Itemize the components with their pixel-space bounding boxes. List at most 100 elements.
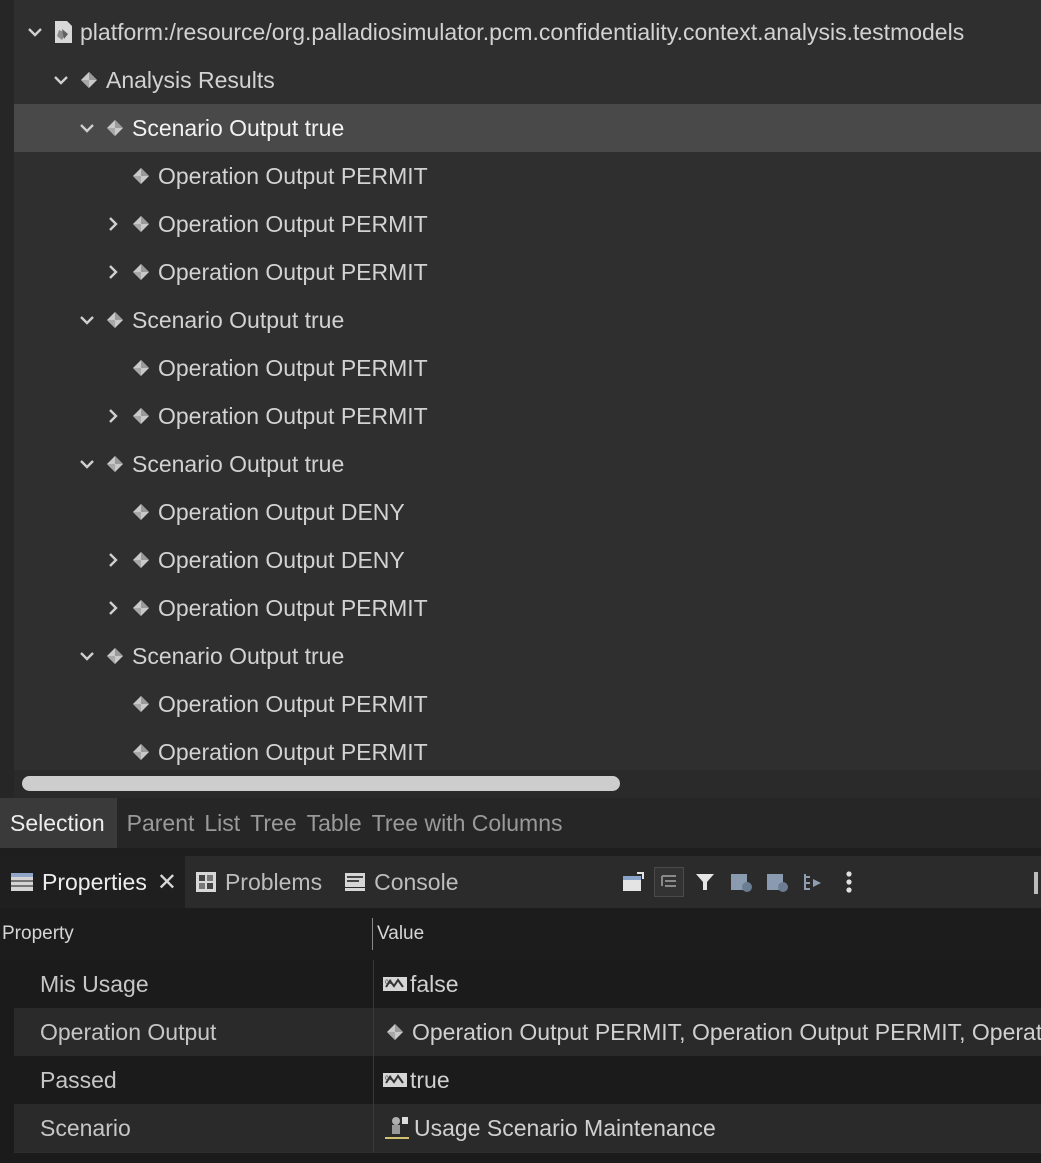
tree-row-label: Operation Output PERMIT <box>158 595 428 621</box>
property-value-text: true <box>410 1066 450 1093</box>
tree-row-label: Scenario Output true <box>132 307 345 333</box>
tab-console[interactable]: Console <box>334 856 468 908</box>
filter-icon[interactable] <box>690 867 720 897</box>
tab-properties[interactable]: Properties ✕ <box>0 856 185 908</box>
column-header-value[interactable]: Value <box>377 923 424 945</box>
tree-row[interactable]: Operation Output PERMIT <box>14 248 1041 296</box>
tab-list[interactable]: List <box>204 798 250 848</box>
property-value[interactable]: 01 false <box>373 960 459 1008</box>
chevron-down-icon[interactable] <box>74 307 100 333</box>
tree-row[interactable]: Operation Output PERMIT <box>14 584 1041 632</box>
column-header-property[interactable]: Property <box>0 923 372 945</box>
tree-row[interactable]: Scenario Output true <box>14 440 1041 488</box>
tree-row-label: Operation Output PERMIT <box>158 355 428 381</box>
tab-problems[interactable]: Problems <box>185 856 334 908</box>
property-row[interactable]: Mis Usage 01 false <box>14 960 1041 1008</box>
tree-row[interactable]: Operation Output PERMIT <box>14 728 1041 776</box>
restore-default-icon[interactable] <box>726 867 756 897</box>
chevron-down-icon[interactable] <box>74 451 100 477</box>
scrollbar-thumb[interactable] <box>22 776 620 791</box>
pin-icon[interactable] <box>798 867 828 897</box>
chevron-down-icon[interactable] <box>48 67 74 93</box>
chevron-down-icon[interactable] <box>74 643 100 669</box>
tree-row[interactable]: Operation Output PERMIT <box>14 152 1041 200</box>
property-value[interactable]: Operation Output PERMIT, Operation Outpu… <box>373 1008 1041 1056</box>
tab-properties-label: Properties <box>42 868 147 895</box>
tree-row-label: Operation Output PERMIT <box>158 259 428 285</box>
tree-row[interactable]: platform:/resource/org.palladiosimulator… <box>14 8 1041 56</box>
property-value[interactable]: 01 true <box>373 1056 450 1104</box>
model-element-icon <box>130 501 152 523</box>
properties-table-footer <box>14 1152 1041 1163</box>
properties-icon <box>10 872 34 892</box>
chevron-down-icon[interactable] <box>22 19 48 45</box>
tab-parent[interactable]: Parent <box>117 798 205 848</box>
property-value[interactable]: Usage Scenario Maintenance <box>373 1104 716 1152</box>
usage-scenario-icon <box>382 1115 412 1141</box>
tree-row-label: Analysis Results <box>106 67 275 93</box>
model-element-icon <box>104 117 126 139</box>
chevron-right-icon[interactable] <box>100 403 126 429</box>
view-tab-bar: Properties ✕ Problems Console <box>0 856 1041 908</box>
chevron-right-icon[interactable] <box>100 547 126 573</box>
property-row[interactable]: Passed 01 true <box>14 1056 1041 1104</box>
tree-row[interactable]: Operation Output PERMIT <box>14 680 1041 728</box>
tab-tree-with-columns[interactable]: Tree with Columns <box>372 798 573 848</box>
tree-row[interactable]: Operation Output PERMIT <box>14 392 1041 440</box>
property-value-text: Operation Output PERMIT, Operation Outpu… <box>412 1018 1041 1045</box>
tree-row[interactable]: Scenario Output true <box>14 296 1041 344</box>
model-element-icon <box>130 597 152 619</box>
chevron-right-icon[interactable] <box>100 211 126 237</box>
show-categories-icon[interactable] <box>654 867 685 897</box>
chevron-right-icon[interactable] <box>100 595 126 621</box>
close-icon[interactable]: ✕ <box>157 868 177 897</box>
property-row[interactable]: Scenario Usage Scenario Maintenance <box>14 1104 1041 1152</box>
chevron-down-icon[interactable] <box>74 115 100 141</box>
model-tree[interactable]: platform:/resource/org.palladiosimulator… <box>0 0 1041 798</box>
tree-row[interactable]: Scenario Output true <box>14 104 1041 152</box>
property-row[interactable]: Operation Output Operation Output PERMIT,… <box>14 1008 1041 1056</box>
minimize-bar[interactable] <box>1034 872 1038 894</box>
editor-page-tabs: Selection Parent List Tree Table Tree wi… <box>0 798 1041 848</box>
model-element-icon <box>130 549 152 571</box>
tree-row-label: Operation Output PERMIT <box>158 739 428 765</box>
horizontal-scrollbar[interactable] <box>14 770 1041 798</box>
tree-row[interactable]: Operation Output PERMIT <box>14 200 1041 248</box>
tree-row-label: Operation Output PERMIT <box>158 163 428 189</box>
properties-toolbar <box>618 856 870 908</box>
tree-row[interactable]: Operation Output DENY <box>14 536 1041 584</box>
tree-row[interactable]: Operation Output DENY <box>14 488 1041 536</box>
chevron-right-icon[interactable] <box>100 259 126 285</box>
model-element-icon <box>104 309 126 331</box>
tree-row[interactable]: Operation Output PERMIT <box>14 344 1041 392</box>
tab-table[interactable]: Table <box>307 798 372 848</box>
boolean-icon: 01 <box>382 1071 408 1089</box>
model-element-icon <box>78 69 100 91</box>
model-element-icon <box>130 741 152 763</box>
boolean-icon: 01 <box>382 975 408 993</box>
new-window-icon[interactable] <box>618 867 648 897</box>
tab-console-label: Console <box>374 868 459 895</box>
model-element-icon <box>130 213 152 235</box>
tree-row[interactable]: Scenario Output true <box>14 632 1041 680</box>
tree-row-label: Scenario Output true <box>132 115 345 141</box>
view-menu-icon[interactable] <box>834 867 864 897</box>
tree-row[interactable]: Analysis Results <box>14 56 1041 104</box>
tab-tree[interactable]: Tree <box>250 798 306 848</box>
properties-table-header: Property Value <box>0 908 1041 960</box>
model-element-icon <box>104 645 126 667</box>
tree-row-label: platform:/resource/org.palladiosimulator… <box>80 19 965 45</box>
model-element-icon <box>130 357 152 379</box>
advanced-icon[interactable] <box>762 867 792 897</box>
tab-selection[interactable]: Selection <box>0 798 117 848</box>
column-separator[interactable] <box>372 918 373 950</box>
console-icon <box>344 872 366 892</box>
property-name: Passed <box>40 1066 117 1093</box>
model-element-icon <box>130 165 152 187</box>
tree-row-label: Operation Output PERMIT <box>158 691 428 717</box>
